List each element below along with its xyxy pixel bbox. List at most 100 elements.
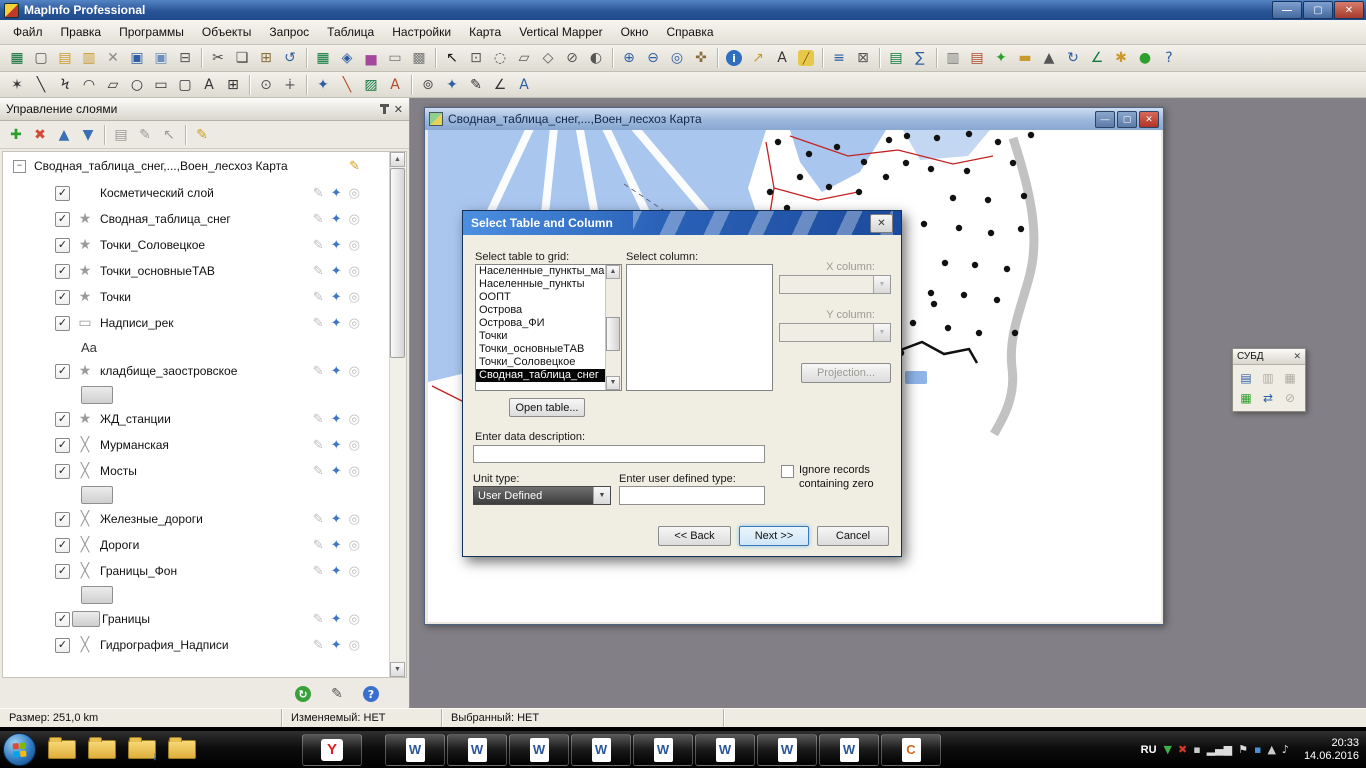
layer-row[interactable]: ✓★ЖД_станции✎✦◎ <box>3 406 390 432</box>
cut-icon[interactable]: ✂ <box>206 47 230 69</box>
line-style-icon[interactable]: ╳ <box>70 463 100 479</box>
open-table-icon[interactable]: ▤ <box>53 47 77 69</box>
add-layer-icon[interactable]: ✚ <box>4 124 28 146</box>
layer-row[interactable]: ✓╳Железные_дороги✎✦◎ <box>3 506 390 532</box>
mapcad-text-icon[interactable]: A <box>512 74 536 96</box>
map-minimize-button[interactable]: — <box>1095 111 1115 128</box>
tray-network-icon[interactable]: ▂▄▆ <box>1207 744 1232 755</box>
rounded-rect-tool-icon[interactable]: ▢ <box>173 74 197 96</box>
line-style-icon[interactable]: ╲ <box>335 74 359 96</box>
paste-icon[interactable]: ⊞ <box>254 47 278 69</box>
tray-alert-icon[interactable]: ✖ <box>1178 744 1187 755</box>
workspace-notes-icon[interactable]: ✎ <box>325 683 349 705</box>
info-icon[interactable]: i <box>722 47 746 69</box>
list-scroll-thumb[interactable] <box>606 317 620 351</box>
menu-Vertical Mapper[interactable]: Vertical Mapper <box>510 22 611 42</box>
word-task-button[interactable]: W <box>633 734 693 766</box>
region-style-swatch[interactable] <box>81 486 113 504</box>
status-editable[interactable]: Изменяемый: НЕТ <box>282 709 442 727</box>
word-task-button[interactable]: W <box>509 734 569 766</box>
edit-layer-icon[interactable]: ✎ <box>313 439 324 452</box>
label-icon[interactable]: A <box>770 47 794 69</box>
layer-visibility-icon[interactable]: ▤ <box>109 124 133 146</box>
zoom-range-icon[interactable]: ◎ <box>349 365 360 378</box>
table-listbox[interactable]: Населенные_пункты_маНаселенные_пунктыООП… <box>475 264 622 391</box>
marquee-select-icon[interactable]: ⊡ <box>464 47 488 69</box>
settings-tool-icon[interactable]: ✱ <box>1109 47 1133 69</box>
layer-visible-checkbox[interactable]: ✓ <box>55 364 70 379</box>
line-style-icon[interactable]: ╳ <box>70 537 100 553</box>
layer-row[interactable]: ✓╳Дороги✎✦◎ <box>3 532 390 558</box>
layer-visible-checkbox[interactable]: ✓ <box>55 412 70 427</box>
menu-Карта[interactable]: Карта <box>460 22 510 42</box>
dialog-titlebar[interactable]: Select Table and Column ✕ <box>463 211 901 235</box>
menu-Программы[interactable]: Программы <box>110 22 193 42</box>
unlink-dbms-table-icon[interactable]: ▦ <box>1279 368 1301 388</box>
clock[interactable]: 20:33 14.06.2016 <box>1296 737 1359 763</box>
new-table-icon[interactable]: ▢ <box>29 47 53 69</box>
help-icon[interactable]: ? <box>359 683 383 705</box>
layer-visible-checkbox[interactable]: ✓ <box>55 638 70 653</box>
edit-layer-icon[interactable]: ✎ <box>313 513 324 526</box>
cancel-button[interactable]: Cancel <box>817 526 889 546</box>
collapse-icon[interactable]: − <box>13 160 26 173</box>
snap-tool-icon[interactable]: ⊚ <box>416 74 440 96</box>
legend-icon[interactable]: ▤ <box>884 47 908 69</box>
zoom-range-icon[interactable]: ◎ <box>349 565 360 578</box>
polygon-select-icon[interactable]: ▱ <box>512 47 536 69</box>
edit-layer-icon[interactable]: ✎ <box>313 413 324 426</box>
close-button[interactable]: ✕ <box>1334 1 1364 19</box>
help-tool-icon[interactable]: ? <box>1157 47 1181 69</box>
copy-icon[interactable]: ❏ <box>230 47 254 69</box>
edit-layer-icon[interactable]: ✎ <box>313 539 324 552</box>
layer-visible-checkbox[interactable]: ✓ <box>55 186 70 201</box>
edit-layer-icon[interactable]: ✎ <box>313 213 324 226</box>
tray-update-icon[interactable]: ▼ <box>1164 744 1172 755</box>
open-table-button[interactable]: Open table... <box>509 398 585 417</box>
edit-layer-icon[interactable]: ✎ <box>313 265 324 278</box>
edit-layer-icon[interactable]: ✎ <box>313 639 324 652</box>
open-dbms-table-icon[interactable]: ▤ <box>1235 368 1257 388</box>
zoom-range-icon[interactable]: ◎ <box>349 465 360 478</box>
autolabel-icon[interactable]: ✦ <box>331 613 342 626</box>
folder-button[interactable] <box>82 734 122 765</box>
minimize-button[interactable]: — <box>1272 1 1302 19</box>
boundary-select-icon[interactable]: ◇ <box>536 47 560 69</box>
tray-volume-icon[interactable]: ♪ <box>1282 744 1289 755</box>
autolabel-icon[interactable]: ✦ <box>331 539 342 552</box>
ellipse-tool-icon[interactable]: ○ <box>125 74 149 96</box>
zoom-range-icon[interactable]: ◎ <box>349 239 360 252</box>
edit-layer-icon[interactable]: ✎ <box>313 239 324 252</box>
zoom-range-icon[interactable]: ◎ <box>349 613 360 626</box>
autolabel-icon[interactable]: ✦ <box>331 365 342 378</box>
star-style-icon[interactable]: ★ <box>70 237 100 253</box>
tray-eject-icon[interactable]: ▲ <box>1267 744 1275 755</box>
dialog-close-button[interactable]: ✕ <box>870 214 893 233</box>
autolabel-icon[interactable]: ✦ <box>331 265 342 278</box>
description-input[interactable] <box>473 445 765 463</box>
radius-select-icon[interactable]: ◌ <box>488 47 512 69</box>
list-scroll-down-icon[interactable]: ▼ <box>606 376 620 390</box>
close-table-icon[interactable]: ✕ <box>101 47 125 69</box>
zoom-out-icon[interactable]: ⊖ <box>641 47 665 69</box>
disconnect-dbms-icon[interactable]: ⊘ <box>1279 388 1301 408</box>
line-style-icon[interactable]: ╳ <box>70 511 100 527</box>
star-style-icon[interactable]: ★ <box>70 363 100 379</box>
menu-Объекты[interactable]: Объекты <box>193 22 261 42</box>
new-layout-icon[interactable]: ▭ <box>383 47 407 69</box>
user-type-input[interactable] <box>619 486 765 505</box>
list-scroll-up-icon[interactable]: ▲ <box>606 265 620 279</box>
zoom-range-icon[interactable]: ◎ <box>349 413 360 426</box>
pin-icon[interactable] <box>383 104 386 114</box>
line-style-icon[interactable]: ╳ <box>70 437 100 453</box>
layer-visible-checkbox[interactable]: ✓ <box>55 612 70 627</box>
star-style-icon[interactable]: ★ <box>70 211 100 227</box>
layer-row[interactable]: ✓★кладбище_заостровское✎✦◎ <box>3 358 390 384</box>
rectangle-tool-icon[interactable]: ▭ <box>149 74 173 96</box>
polyline-tool-icon[interactable]: Ϟ <box>53 74 77 96</box>
remove-layer-icon[interactable]: ✖ <box>28 124 52 146</box>
column-listbox[interactable] <box>626 264 773 391</box>
invert-selection-icon[interactable]: ◐ <box>584 47 608 69</box>
layer-row[interactable]: ✓★Точки✎✦◎ <box>3 284 390 310</box>
tray-app-icon[interactable]: ▪ <box>1254 744 1261 755</box>
